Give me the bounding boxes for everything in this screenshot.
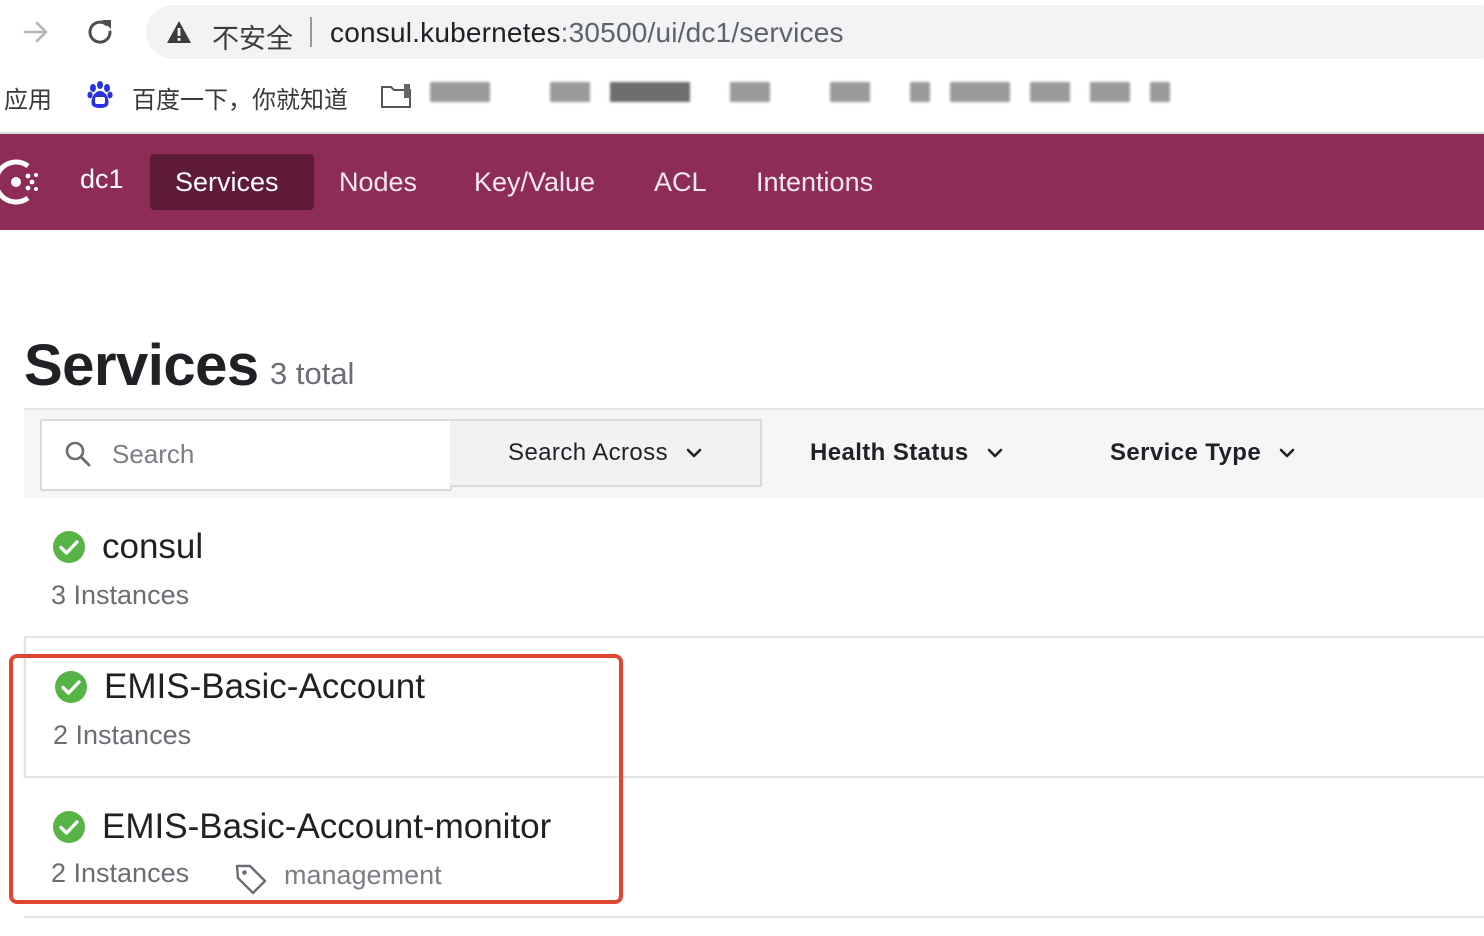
browser-toolbar: 不安全 consul.kubernetes:30500/ui/dc1/servi… — [0, 0, 1484, 64]
datacenter-selector[interactable]: dc1 — [80, 164, 124, 195]
service-instances: 2 Instances — [53, 720, 192, 750]
health-passing-icon — [53, 531, 85, 563]
reload-button[interactable] — [82, 14, 118, 50]
services-total-count: 3 total — [270, 356, 355, 391]
nav-intentions[interactable]: Intentions — [731, 154, 898, 210]
redacted-bookmark — [430, 82, 490, 102]
url-host: consul.kubernetes — [330, 17, 561, 48]
service-instances: 3 Instances — [51, 580, 190, 610]
bookmarks-bar: 应用 百度一下，你就知道 — [0, 64, 1484, 134]
baidu-paw-icon[interactable] — [86, 80, 114, 110]
nav-nodes[interactable]: Nodes — [314, 154, 442, 210]
redacted-bookmark — [950, 82, 1010, 102]
service-tag: management — [284, 860, 442, 890]
consul-nav-header: dc1 Services Nodes Key/Value ACL Intenti… — [0, 134, 1484, 230]
service-list-item[interactable]: consul 3 Instances — [24, 498, 1484, 638]
folder-icon[interactable] — [380, 82, 412, 110]
redacted-bookmark — [550, 82, 590, 102]
forward-button[interactable] — [18, 14, 54, 50]
url-text[interactable]: consul.kubernetes:30500/ui/dc1/services — [330, 17, 844, 49]
search-across-dropdown[interactable]: Search Across — [450, 419, 762, 487]
redacted-bookmark — [730, 82, 770, 102]
redacted-bookmark — [910, 82, 930, 102]
tag-icon — [235, 864, 267, 895]
nav-services[interactable]: Services — [150, 154, 314, 210]
redacted-bookmark — [1090, 82, 1130, 102]
chevron-down-icon — [1279, 448, 1295, 458]
health-passing-icon — [55, 671, 87, 703]
redacted-bookmark — [830, 82, 870, 102]
chevron-down-icon — [686, 448, 702, 458]
reload-icon — [88, 20, 112, 44]
redacted-bookmark — [1030, 82, 1070, 102]
service-name[interactable]: EMIS-Basic-Account — [104, 667, 425, 707]
nav-key-value[interactable]: Key/Value — [449, 154, 620, 210]
redacted-bookmark — [1150, 82, 1170, 102]
service-type-dropdown[interactable]: Service Type — [1110, 419, 1295, 487]
service-type-label: Service Type — [1110, 439, 1262, 466]
bookmark-baidu[interactable]: 百度一下，你就知道 — [132, 80, 348, 115]
insecure-label[interactable]: 不安全 — [212, 17, 293, 56]
nav-acl[interactable]: ACL — [629, 154, 732, 210]
service-name[interactable]: consul — [102, 527, 203, 567]
page-title: Services — [24, 333, 259, 398]
search-across-label: Search Across — [508, 439, 668, 466]
search-input[interactable] — [110, 433, 434, 475]
search-icon — [65, 441, 91, 467]
filter-bar: Search Across Health Status Service Type — [24, 408, 1484, 500]
warning-icon[interactable] — [166, 20, 192, 44]
address-bar[interactable]: 不安全 consul.kubernetes:30500/ui/dc1/servi… — [146, 5, 1484, 59]
service-instances: 2 Instances — [51, 858, 190, 888]
service-list-item[interactable]: EMIS-Basic-Account-monitor 2 Instances m… — [24, 778, 1484, 918]
health-status-dropdown[interactable]: Health Status — [810, 419, 1003, 487]
service-list-item[interactable]: EMIS-Basic-Account 2 Instances — [24, 638, 1484, 778]
search-box[interactable] — [40, 419, 452, 491]
chevron-down-icon — [987, 448, 1002, 458]
arrow-right-icon — [23, 21, 48, 43]
health-passing-icon — [53, 811, 85, 843]
service-name[interactable]: EMIS-Basic-Account-monitor — [102, 807, 551, 847]
url-path: :30500/ui/dc1/services — [560, 17, 844, 48]
address-separator — [310, 17, 312, 47]
consul-logo-icon[interactable] — [0, 154, 44, 210]
health-status-label: Health Status — [810, 439, 969, 466]
bookmark-apps[interactable]: 应用 — [4, 80, 52, 115]
redacted-bookmark — [610, 82, 690, 102]
